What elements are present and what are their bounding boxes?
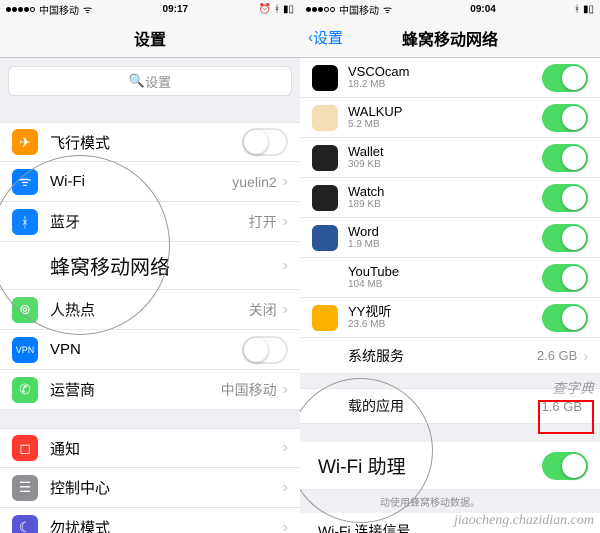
row-notifications[interactable]: ◻ 通知 › (0, 428, 300, 468)
clock: 09:04 (392, 4, 574, 15)
app-icon (312, 145, 338, 171)
wifi-icon: ᯤ (12, 169, 38, 195)
app-icon (312, 305, 338, 331)
bluetooth-icon: ᚼ (574, 4, 580, 15)
carrier-label: 中国移动 (39, 2, 79, 17)
watermark-site: 查字典 (552, 378, 594, 398)
app-name: Watch (348, 185, 542, 199)
page-title: 蜂窝移动网络 (402, 26, 498, 50)
row-control-center[interactable]: ☰ 控制中心 › (0, 468, 300, 508)
moon-icon: ☾ (12, 515, 38, 533)
search-input[interactable]: 🔍 设置 (8, 66, 292, 96)
search-icon: 🔍 (129, 73, 145, 89)
wifi-icon: ᯤ (383, 2, 392, 16)
bluetooth-icon: ᚼ (274, 4, 280, 15)
app-size: 23.6 MB (348, 319, 542, 330)
control-center-icon: ☰ (12, 475, 38, 501)
notifications-icon: ◻ (12, 435, 38, 461)
app-row[interactable]: Word1.9 MB (300, 218, 600, 258)
back-button[interactable]: ‹ 设置 (308, 27, 343, 48)
row-wifi-assist[interactable]: Wi-Fi 助理 (300, 442, 600, 490)
vpn-toggle[interactable] (242, 336, 288, 364)
row-vpn[interactable]: VPN VPN (0, 330, 300, 370)
chevron-right-icon: › (283, 173, 288, 191)
row-system-services[interactable]: 系统服务 2.6 GB › (300, 338, 600, 374)
app-size: 309 KB (348, 159, 542, 170)
app-row[interactable]: VSCOcam18.2 MB (300, 58, 600, 98)
chevron-right-icon: › (283, 439, 288, 457)
wifi-assist-note: 动使用蜂窝移动数据。 (300, 490, 600, 513)
chevron-right-icon: › (583, 348, 588, 364)
app-list: VSCOcam18.2 MBWALKUP5.2 MBWallet309 KBWa… (300, 58, 600, 338)
nav-bar: 设置 (0, 18, 300, 58)
app-name: VSCOcam (348, 65, 542, 79)
app-icon (312, 265, 338, 291)
battery-icon: ▮▯ (583, 4, 594, 15)
status-bar: 中国移动 ᯤ 09:17 ⏰ᚼ▮▯ (0, 0, 300, 18)
row-hotspot[interactable]: ⊚ 人热点 关闭 › (0, 290, 300, 330)
app-toggle[interactable] (542, 264, 588, 292)
row-airplane-mode[interactable]: ✈ 飞行模式 (0, 122, 300, 162)
row-carrier[interactable]: ✆ 运营商 中国移动 › (0, 370, 300, 410)
row-wifi[interactable]: ᯤ Wi-Fi yuelin2 › (0, 162, 300, 202)
app-name: WALKUP (348, 105, 542, 119)
row-bluetooth[interactable]: ᚼ 蓝牙 打开 › (0, 202, 300, 242)
app-toggle[interactable] (542, 224, 588, 252)
page-title: 设置 (134, 26, 166, 50)
chevron-right-icon: › (283, 301, 288, 319)
app-toggle[interactable] (542, 144, 588, 172)
chevron-right-icon: › (283, 479, 288, 497)
chevron-right-icon: › (283, 257, 288, 275)
vpn-icon: VPN (12, 337, 38, 363)
app-size: 5.2 MB (348, 119, 542, 130)
battery-icon: ▮▯ (283, 4, 294, 15)
app-size: 104 MB (348, 279, 542, 290)
app-toggle[interactable] (542, 304, 588, 332)
phone-right-cellular: 中国移动 ᯤ 09:04 ᚼ▮▯ ‹ 设置 蜂窝移动网络 VSCOcam18.2… (300, 0, 600, 533)
app-icon (312, 105, 338, 131)
chevron-right-icon: › (283, 381, 288, 399)
app-name: YouTube (348, 265, 542, 279)
app-size: 1.9 MB (348, 239, 542, 250)
row-dnd[interactable]: ☾ 勿扰模式 › (0, 508, 300, 533)
app-row[interactable]: WALKUP5.2 MB (300, 98, 600, 138)
phone-left-settings: 中国移动 ᯤ 09:17 ⏰ᚼ▮▯ 设置 🔍 设置 ✈ 飞行模式 ᯤ Wi-Fi… (0, 0, 300, 533)
airplane-icon: ✈ (12, 129, 38, 155)
app-size: 189 KB (348, 199, 542, 210)
app-toggle[interactable] (542, 184, 588, 212)
app-row[interactable]: YouTube104 MB (300, 258, 600, 298)
app-row[interactable]: YY视听23.6 MB (300, 298, 600, 338)
chevron-right-icon: › (283, 213, 288, 231)
bluetooth-icon: ᚼ (12, 209, 38, 235)
app-row[interactable]: Watch189 KB (300, 178, 600, 218)
wifi-icon: ᯤ (83, 2, 92, 16)
row-cellular[interactable]: 蜂窝移动网络 › (0, 242, 300, 290)
clock: 09:17 (92, 4, 258, 15)
app-toggle[interactable] (542, 104, 588, 132)
carrier-label: 中国移动 (339, 2, 379, 17)
app-name: Wallet (348, 145, 542, 159)
alarm-icon: ⏰ (259, 4, 271, 15)
app-name: YY视听 (348, 305, 542, 319)
app-toggle[interactable] (542, 64, 588, 92)
app-row[interactable]: Wallet309 KB (300, 138, 600, 178)
app-name: Word (348, 225, 542, 239)
app-icon (312, 225, 338, 251)
watermark-url: jiaocheng.chazidian.com (454, 513, 594, 529)
nav-bar: ‹ 设置 蜂窝移动网络 (300, 18, 600, 58)
status-bar: 中国移动 ᯤ 09:04 ᚼ▮▯ (300, 0, 600, 18)
airplane-toggle[interactable] (242, 128, 288, 156)
chevron-right-icon: › (283, 519, 288, 533)
app-size: 18.2 MB (348, 79, 542, 90)
hotspot-icon: ⊚ (12, 297, 38, 323)
wifi-assist-toggle[interactable] (542, 452, 588, 480)
app-icon (312, 185, 338, 211)
app-icon (312, 65, 338, 91)
phone-icon: ✆ (12, 377, 38, 403)
